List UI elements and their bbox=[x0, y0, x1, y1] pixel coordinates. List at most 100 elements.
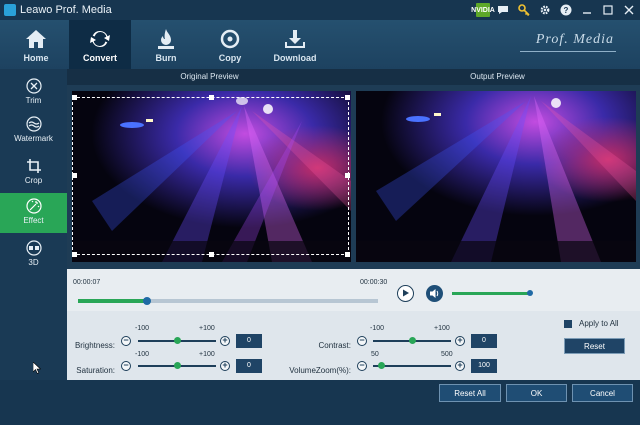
effect-controls: -100 +100 Brightness: − + 0 -100 +100 Sa… bbox=[67, 311, 640, 380]
brightness-increase-button[interactable]: + bbox=[220, 336, 230, 346]
chat-icon[interactable] bbox=[496, 3, 510, 17]
seek-bar[interactable] bbox=[78, 297, 378, 305]
brightness-value[interactable]: 0 bbox=[236, 334, 262, 348]
crop-handle[interactable] bbox=[72, 252, 77, 257]
crop-handle[interactable] bbox=[345, 95, 350, 100]
volume-handle[interactable] bbox=[527, 290, 533, 296]
play-icon bbox=[403, 289, 409, 297]
tab-home[interactable]: Home bbox=[5, 20, 67, 69]
main-toolbar: Home Convert Burn Copy Download Prof. Me… bbox=[0, 20, 640, 69]
contrast-min-label: -100 bbox=[370, 325, 385, 332]
crop-handle[interactable] bbox=[209, 95, 214, 100]
output-preview-video bbox=[356, 91, 636, 262]
crop-handle[interactable] bbox=[209, 252, 214, 257]
editor-main: Original Preview Output Preview 00:00:07… bbox=[67, 69, 640, 380]
brightness-label: Brightness: bbox=[74, 341, 115, 350]
saturation-handle[interactable] bbox=[173, 362, 181, 369]
volume-slider[interactable] bbox=[452, 290, 533, 296]
brand-underline bbox=[520, 51, 616, 52]
sidebar-item-label: Watermark bbox=[14, 134, 53, 143]
nvidia-icon[interactable]: NVIDIA bbox=[471, 3, 495, 17]
original-preview-video[interactable] bbox=[72, 91, 351, 262]
maximize-icon[interactable] bbox=[601, 3, 615, 17]
sidebar-item-trim[interactable]: Trim bbox=[0, 73, 67, 111]
home-icon bbox=[26, 30, 46, 48]
contrast-max-label: +100 bbox=[434, 325, 450, 332]
edit-sidebar: Trim Watermark Crop Effect 3D bbox=[0, 69, 67, 425]
3d-glasses-icon bbox=[25, 240, 42, 256]
sidebar-item-label: Trim bbox=[25, 96, 42, 105]
brightness-max-label: +100 bbox=[199, 325, 215, 332]
player-controls: 00:00:07 00:00:30 bbox=[67, 269, 640, 311]
help-icon[interactable]: ? bbox=[559, 3, 573, 17]
sidebar-item-label: Effect bbox=[23, 216, 44, 225]
brightness-handle[interactable] bbox=[173, 337, 181, 344]
minimize-icon[interactable] bbox=[580, 3, 594, 17]
sidebar-item-label: Crop bbox=[24, 176, 43, 185]
contrast-label: Contrast: bbox=[318, 341, 351, 350]
tab-download[interactable]: Download bbox=[264, 20, 326, 69]
volume-zoom-max-label: 500 bbox=[441, 351, 453, 358]
tab-home-label: Home bbox=[23, 53, 49, 63]
volume-zoom-value[interactable]: 100 bbox=[471, 359, 497, 373]
contrast-decrease-button[interactable]: − bbox=[357, 336, 367, 346]
volume-zoom-label: VolumeZoom(%): bbox=[289, 366, 351, 375]
tab-convert[interactable]: Convert bbox=[69, 20, 131, 69]
saturation-value[interactable]: 0 bbox=[236, 359, 262, 373]
sidebar-item-watermark[interactable]: Watermark bbox=[0, 111, 67, 149]
key-icon[interactable] bbox=[517, 3, 531, 17]
volume-zoom-handle[interactable] bbox=[378, 362, 386, 369]
tab-convert-label: Convert bbox=[82, 53, 117, 63]
volume-button[interactable] bbox=[426, 285, 443, 302]
sidebar-item-effect[interactable]: Effect bbox=[0, 193, 67, 233]
watermark-icon bbox=[25, 116, 42, 132]
volume-zoom-increase-button[interactable]: + bbox=[455, 361, 465, 371]
preview-header: Original Preview Output Preview bbox=[67, 69, 640, 85]
dialog-footer: Reset All OK Cancel bbox=[0, 380, 640, 425]
apply-to-all-label: Apply to All bbox=[579, 319, 619, 328]
sidebar-item-3d[interactable]: 3D bbox=[0, 235, 67, 273]
contrast-value[interactable]: 0 bbox=[471, 334, 497, 348]
apply-to-all-checkbox[interactable] bbox=[564, 320, 572, 328]
tab-burn[interactable]: Burn bbox=[135, 20, 197, 69]
reset-all-button[interactable]: Reset All bbox=[439, 384, 501, 402]
title-bar: Leawo Prof. Media NVIDIA ? bbox=[0, 0, 640, 20]
volume-zoom-min-label: 50 bbox=[371, 351, 379, 358]
tab-download-label: Download bbox=[273, 53, 317, 63]
saturation-increase-button[interactable]: + bbox=[220, 361, 230, 371]
window-title: Leawo Prof. Media bbox=[20, 4, 112, 16]
ok-button[interactable]: OK bbox=[506, 384, 567, 402]
effect-icon bbox=[25, 198, 42, 214]
seek-progress bbox=[78, 299, 147, 303]
crop-handle[interactable] bbox=[345, 173, 350, 178]
reset-button[interactable]: Reset bbox=[564, 338, 625, 354]
crop-handle[interactable] bbox=[345, 252, 350, 257]
current-time: 00:00:07 bbox=[73, 279, 101, 286]
play-button[interactable] bbox=[397, 285, 414, 302]
close-icon[interactable] bbox=[622, 3, 636, 17]
convert-icon bbox=[90, 30, 110, 48]
contrast-increase-button[interactable]: + bbox=[455, 336, 465, 346]
gear-icon[interactable] bbox=[538, 3, 552, 17]
sidebar-item-crop[interactable]: Crop bbox=[0, 153, 67, 191]
crop-handle[interactable] bbox=[72, 173, 77, 178]
speaker-icon bbox=[430, 289, 439, 298]
svg-text:?: ? bbox=[564, 6, 569, 15]
brightness-decrease-button[interactable]: − bbox=[121, 336, 131, 346]
brand-logo: Prof. Media bbox=[535, 32, 614, 47]
crop-handle[interactable] bbox=[72, 95, 77, 100]
crop-selection-box[interactable] bbox=[72, 97, 349, 255]
concert-frame-image bbox=[356, 91, 636, 262]
cancel-button[interactable]: Cancel bbox=[572, 384, 633, 402]
contrast-handle[interactable] bbox=[408, 337, 416, 344]
output-preview-title: Output Preview bbox=[470, 72, 525, 81]
tab-copy[interactable]: Copy bbox=[199, 20, 261, 69]
volume-zoom-decrease-button[interactable]: − bbox=[357, 361, 367, 371]
saturation-max-label: +100 bbox=[199, 351, 215, 358]
scissors-icon bbox=[25, 78, 42, 94]
seek-handle[interactable] bbox=[143, 297, 151, 305]
copy-icon bbox=[220, 29, 240, 49]
saturation-decrease-button[interactable]: − bbox=[121, 361, 131, 371]
sidebar-item-label: 3D bbox=[28, 258, 39, 267]
saturation-min-label: -100 bbox=[135, 351, 150, 358]
